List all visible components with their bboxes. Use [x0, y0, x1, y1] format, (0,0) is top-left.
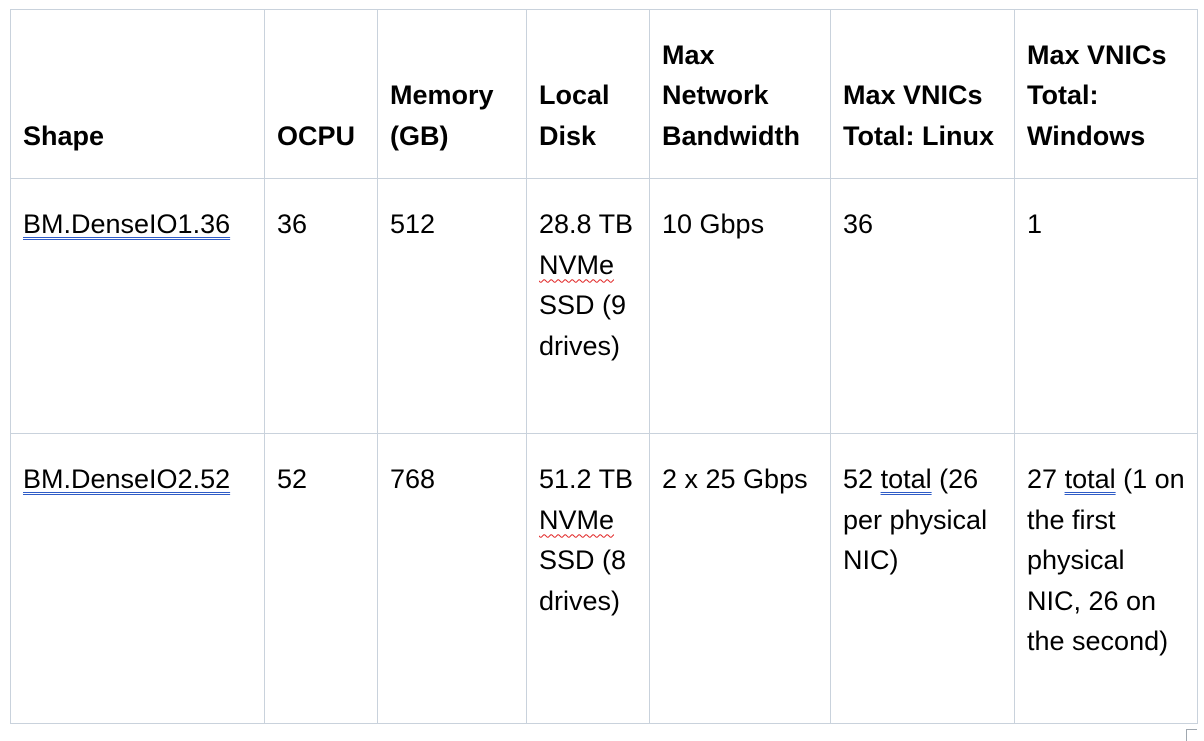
- cell-local-disk: 51.2 TB NVMe SSD (8 drives): [526, 433, 650, 724]
- disk-type: NVMe: [539, 249, 615, 280]
- header-memory: Memory (GB): [377, 9, 527, 179]
- table-resize-handle[interactable]: [1186, 729, 1197, 741]
- cell-bandwidth: 10 Gbps: [649, 178, 831, 434]
- cell-shape: BM.DenseIO1.36: [10, 178, 265, 434]
- header-shape: Shape: [10, 9, 265, 179]
- vnics-linux-count: 52: [843, 464, 874, 494]
- table-header-row: Shape OCPU Memory (GB) Local Disk Max Ne…: [10, 9, 1198, 179]
- shape-name: BM.DenseIO2.52: [23, 464, 231, 494]
- header-vnics-linux: Max VNICs Total: Linux: [830, 9, 1015, 179]
- cell-bandwidth: 2 x 25 Gbps: [649, 433, 831, 724]
- vnics-windows-total-word: total: [1064, 464, 1116, 494]
- cell-vnics-linux: 36: [830, 178, 1015, 434]
- shapes-table: Shape OCPU Memory (GB) Local Disk Max Ne…: [10, 9, 1198, 724]
- disk-size: 28.8 TB: [539, 209, 634, 239]
- vnics-linux-total-word: total: [880, 464, 932, 494]
- vnics-windows-count: 27: [1027, 464, 1058, 494]
- cell-local-disk: 28.8 TB NVMe SSD (9 drives): [526, 178, 650, 434]
- cell-vnics-linux: 52 total (26 per physical NIC): [830, 433, 1015, 724]
- cell-vnics-windows: 27 total (1 on the first physical NIC, 2…: [1014, 433, 1198, 724]
- header-vnics-windows: Max VNICs Total: Windows: [1014, 9, 1198, 179]
- table-row: BM.DenseIO2.52 52 768 51.2 TB NVMe SSD (…: [10, 433, 1198, 724]
- header-ocpu: OCPU: [264, 9, 378, 179]
- cell-vnics-windows: 1: [1014, 178, 1198, 434]
- disk-type: NVMe: [539, 504, 615, 535]
- disk-details: SSD (9 drives): [539, 290, 627, 361]
- disk-details: SSD (8 drives): [539, 545, 627, 616]
- shape-name: BM.DenseIO1.36: [23, 209, 231, 239]
- table-row: BM.DenseIO1.36 36 512 28.8 TB NVMe SSD (…: [10, 178, 1198, 434]
- cell-shape: BM.DenseIO2.52: [10, 433, 265, 724]
- cell-memory: 512: [377, 178, 527, 434]
- cell-memory: 768: [377, 433, 527, 724]
- disk-size: 51.2 TB: [539, 464, 634, 494]
- cell-ocpu: 52: [264, 433, 378, 724]
- header-local-disk: Local Disk: [526, 9, 650, 179]
- header-bandwidth: Max Network Bandwidth: [649, 9, 831, 179]
- cell-ocpu: 36: [264, 178, 378, 434]
